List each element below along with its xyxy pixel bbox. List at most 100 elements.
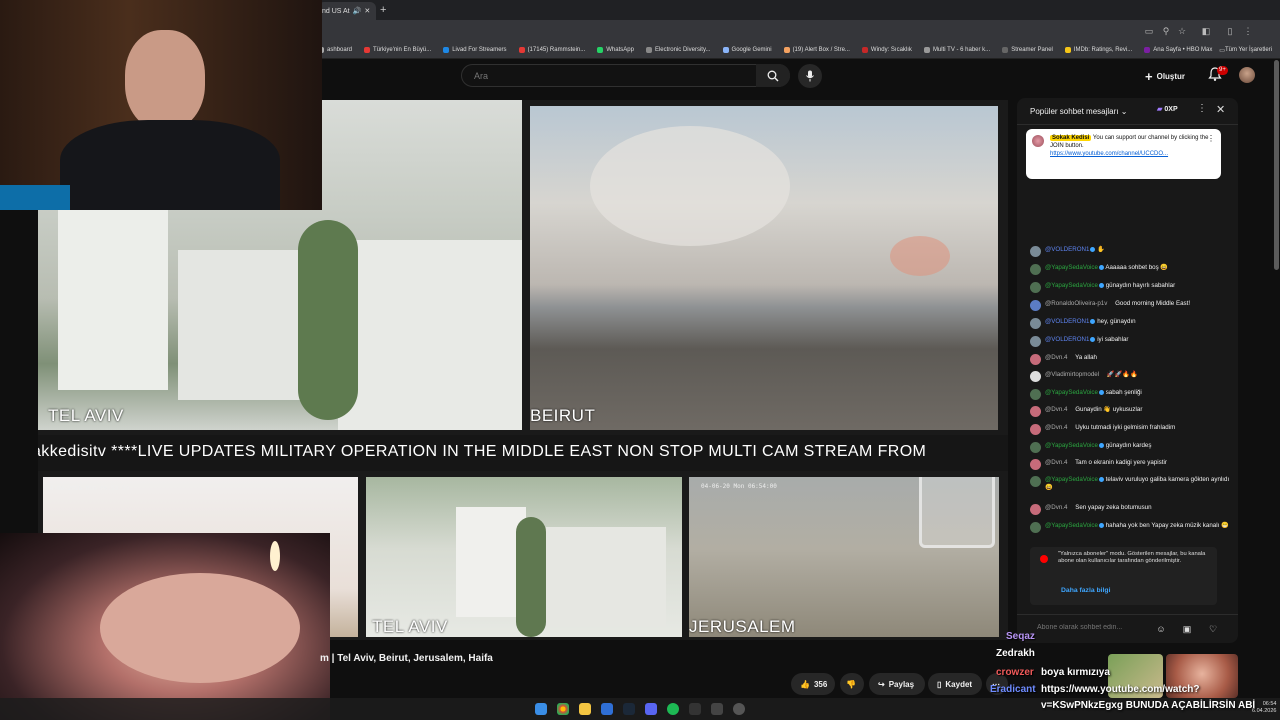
chat-author[interactable]: @YapaySedaVoice [1045,264,1098,271]
bookmark-item[interactable]: Ana Sayfa • HBO Max [1144,47,1212,53]
app-icon[interactable] [601,703,613,715]
chat-author[interactable]: @Dvn.4 [1045,459,1067,466]
bookmark-item[interactable]: (17145) Rammstein... [518,47,585,53]
browser-tab-active[interactable]: nd US At 🔊 ✕ [318,2,376,20]
chat-message[interactable]: @Dvn.4 Ya allah [1030,354,1230,365]
cam-label: BEIRUT [530,406,596,425]
video-title: m | Tel Aviv, Beirut, Jerusalem, Haifa [320,653,493,664]
heart-icon[interactable]: ♡ [1207,623,1219,635]
user-avatar[interactable] [1239,67,1255,83]
bookmark-item[interactable]: Türkiye'nin En Büyü... [364,47,431,53]
share-button[interactable]: ↪ Paylaş [869,673,925,695]
bookmark-item[interactable]: (19) Alert Box / Stre... [783,47,850,53]
chat-author[interactable]: @YapaySedaVoice [1045,476,1098,483]
xp-badge[interactable]: ▰ 0XP [1157,105,1178,114]
chat-author[interactable]: @YapaySedaVoice [1045,442,1098,449]
chat-message[interactable]: @Vladimirtopmodel 🚀🚀🔥🔥 [1030,371,1230,382]
steam-icon[interactable] [623,703,635,715]
super-chat-icon[interactable]: ▣ [1181,623,1193,635]
avatar [1030,424,1041,435]
verified-badge-icon [1100,372,1105,377]
chat-message[interactable]: @VOLDERON1 iyi sabahlar [1030,336,1230,347]
app-icon[interactable] [733,703,745,715]
pinned-menu-icon[interactable]: ⋮ [1207,135,1215,143]
cast-icon[interactable]: ▭ [1143,25,1155,37]
chat-author[interactable]: @Dvn.4 [1045,354,1067,361]
bookmark-item[interactable]: Electronic Diversity... [645,47,711,53]
overlay-message: boya kırmızıya [1041,667,1110,678]
chat-message[interactable]: @YapaySedaVoice Aaaaaa sohbet boş 😄 [1030,264,1230,275]
bookmark-item[interactable]: Windy: Sıcaklık [861,47,912,53]
search-button[interactable] [756,64,790,87]
speaker-icon[interactable]: 🔊 [353,7,362,15]
chat-message[interactable]: @RonaldoOliveira-p1v Good morning Middle… [1030,300,1230,311]
chat-author[interactable]: @Dvn.4 [1045,504,1067,511]
chat-message[interactable]: @Dvn.4 Sen yapay zeka botumusun [1030,504,1230,515]
close-icon[interactable]: ✕ [1216,103,1225,116]
pinned-link[interactable]: https://www.youtube.com/channel/UCCDO... [1050,151,1168,157]
learn-more-link[interactable]: Daha fazla bilgi [1061,587,1110,594]
page-scrollbar[interactable] [1274,60,1279,270]
cam-label: TEL AVIV [372,617,448,636]
bookmark-item[interactable]: ashboard [318,47,352,53]
chat-message[interactable]: @YapaySedaVoice günaydın hayırlı sabahla… [1030,282,1230,293]
discord-icon[interactable] [645,703,657,715]
save-button[interactable]: ▯ Kaydet [928,673,982,695]
file-explorer-icon[interactable] [579,703,591,715]
chat-author[interactable]: @YapaySedaVoice [1045,522,1098,529]
chat-mode-dropdown[interactable]: Popüler sohbet mesajları ⌄ [1030,107,1127,116]
chat-message[interactable]: @Dvn.4 Gunaydin 👋 uykusuzlar [1030,406,1230,417]
chat-message[interactable]: @Dvn.4 Tam o ekranin kadigi yere yapisti… [1030,459,1230,470]
bookmark-item[interactable]: Livad For Streamers [443,47,507,53]
extensions-icon[interactable]: ◧ [1200,25,1212,37]
chat-input[interactable] [1035,623,1159,632]
bookmark-item[interactable]: Multi TV - 6 haber k... [923,47,990,53]
chat-message[interactable]: @YapaySedaVoice hahaha yok ben Yapay zek… [1030,522,1230,533]
chat-author[interactable]: @Dvn.4 [1045,424,1067,431]
bookmark-label: (19) Alert Box / Stre... [792,47,850,53]
system-clock[interactable]: 06:54 6.04.2026 [1252,701,1276,715]
emoji-icon[interactable]: ☺ [1155,623,1167,635]
spotify-icon[interactable] [667,703,679,715]
voice-search-button[interactable] [798,64,822,88]
chat-author[interactable]: @VOLDERON1 [1045,318,1089,325]
chat-author[interactable]: @VOLDERON1 [1045,246,1089,253]
menu-dots-icon[interactable]: ⋮ [1242,25,1254,37]
start-menu-icon[interactable] [535,703,547,715]
dislike-button[interactable]: 👎 [840,673,864,695]
chat-author[interactable]: @Vladimirtopmodel [1045,371,1099,378]
bookmark-favicon-icon [518,47,525,53]
zoom-icon[interactable]: ⚲ [1160,25,1172,37]
chat-message[interactable]: @YapaySedaVoice günaydın kardeş [1030,442,1230,453]
chat-message[interactable]: @YapaySedaVoice telaviv vuruluyo galiba … [1030,476,1230,492]
bookmark-item[interactable]: IMDb: Ratings, Revi... [1064,47,1132,53]
chat-menu-icon[interactable]: ⋮ [1197,103,1207,114]
app-icon[interactable] [711,703,723,715]
chat-author[interactable]: @YapaySedaVoice [1045,389,1098,396]
search-box[interactable] [461,64,790,87]
chat-message[interactable]: @Dvn.4 Uyku tutmadi iyki gelmisim frahla… [1030,424,1230,435]
chat-message[interactable]: @VOLDERON1 ✋ [1030,246,1230,257]
chat-author[interactable]: @YapaySedaVoice [1045,282,1098,289]
chat-author[interactable]: @Dvn.4 [1045,406,1067,413]
chat-text: günaydın kardeş [1105,442,1152,449]
tab-close-icon[interactable]: ✕ [364,7,370,15]
chat-author[interactable]: @VOLDERON1 [1045,336,1089,343]
chat-message[interactable]: @YapaySedaVoice sabah şenliği [1030,389,1230,400]
chat-author[interactable]: @RonaldoOliveira-p1v [1045,300,1107,307]
new-tab-button[interactable]: + [380,4,386,16]
create-button[interactable]: + Oluştur [1145,66,1185,86]
sidepanel-icon[interactable]: ▯ [1224,25,1236,37]
search-icon [767,70,779,81]
epic-games-icon[interactable] [689,703,701,715]
all-bookmarks-link[interactable]: ▭ Tüm Yer İşaretleri [1219,42,1272,58]
bookmark-item[interactable]: Streamer Panel [1002,47,1053,53]
chat-message[interactable]: @VOLDERON1 hey, günaydın [1030,318,1230,329]
search-input[interactable] [472,70,756,82]
chrome-icon[interactable] [557,703,569,715]
pinned-message[interactable]: Sokak Kedisi You can support our channel… [1026,129,1221,179]
like-button[interactable]: 👍 356 [791,673,835,695]
star-icon[interactable]: ☆ [1176,25,1188,37]
bookmark-item[interactable]: WhatsApp [597,47,634,53]
bookmark-item[interactable]: Google Gemini [722,47,772,53]
